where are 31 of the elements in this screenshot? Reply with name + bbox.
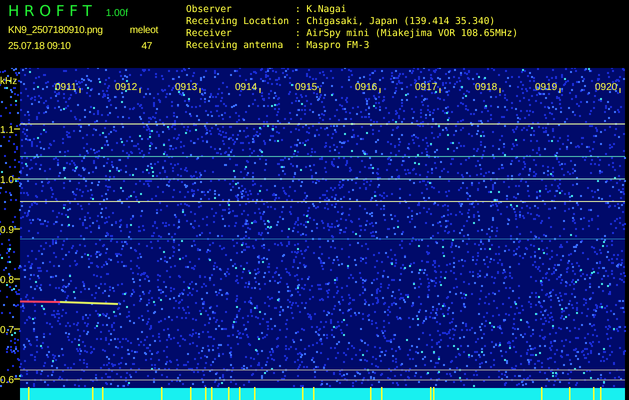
time-label: 0911 [55, 82, 77, 93]
time-label: 0918 [475, 82, 498, 93]
file-name: KN9_2507180910.png [8, 25, 103, 36]
time-label: 0912 [115, 82, 138, 93]
info-value: : Maspro FM-3 [294, 40, 370, 52]
frequency-label: 0.7 [0, 325, 14, 336]
frequency-label: 1.1 [0, 125, 14, 136]
count-value: 47 [141, 41, 153, 52]
version-label: 1.00f [106, 8, 128, 19]
frequency-label: 0.9 [0, 225, 14, 236]
time-label: 0915 [295, 82, 318, 93]
info-label: Receiving Location [186, 16, 289, 28]
time-label: 0919 [535, 82, 558, 93]
frequency-label: 1.0 [0, 175, 14, 186]
frequency-label: 0.8 [0, 275, 14, 286]
timestamp: 25.07.18 09:10 [8, 41, 71, 52]
axis-unit: kHz [0, 76, 18, 87]
time-label: 0920 [595, 82, 618, 93]
frequency-label: 0.6 [0, 375, 14, 386]
time-label: 0913 [175, 82, 198, 93]
time-label: 0917 [415, 82, 438, 93]
app-title: H R O F F T [8, 2, 92, 20]
info-value: : AirSpy mini (Miakejima VOR 108.65MHz) [294, 28, 518, 40]
info-value: : K.Nagai [294, 4, 348, 16]
info-value: : Chigasaki, Japan (139.414 35.340) [294, 16, 496, 28]
count-label: meleot [130, 25, 158, 36]
info-label: Receiving antenna [186, 40, 284, 52]
info-label: Observer [186, 4, 233, 16]
time-label: 0916 [355, 82, 378, 93]
info-label: Receiver [186, 28, 233, 40]
time-label: 0914 [235, 82, 258, 93]
